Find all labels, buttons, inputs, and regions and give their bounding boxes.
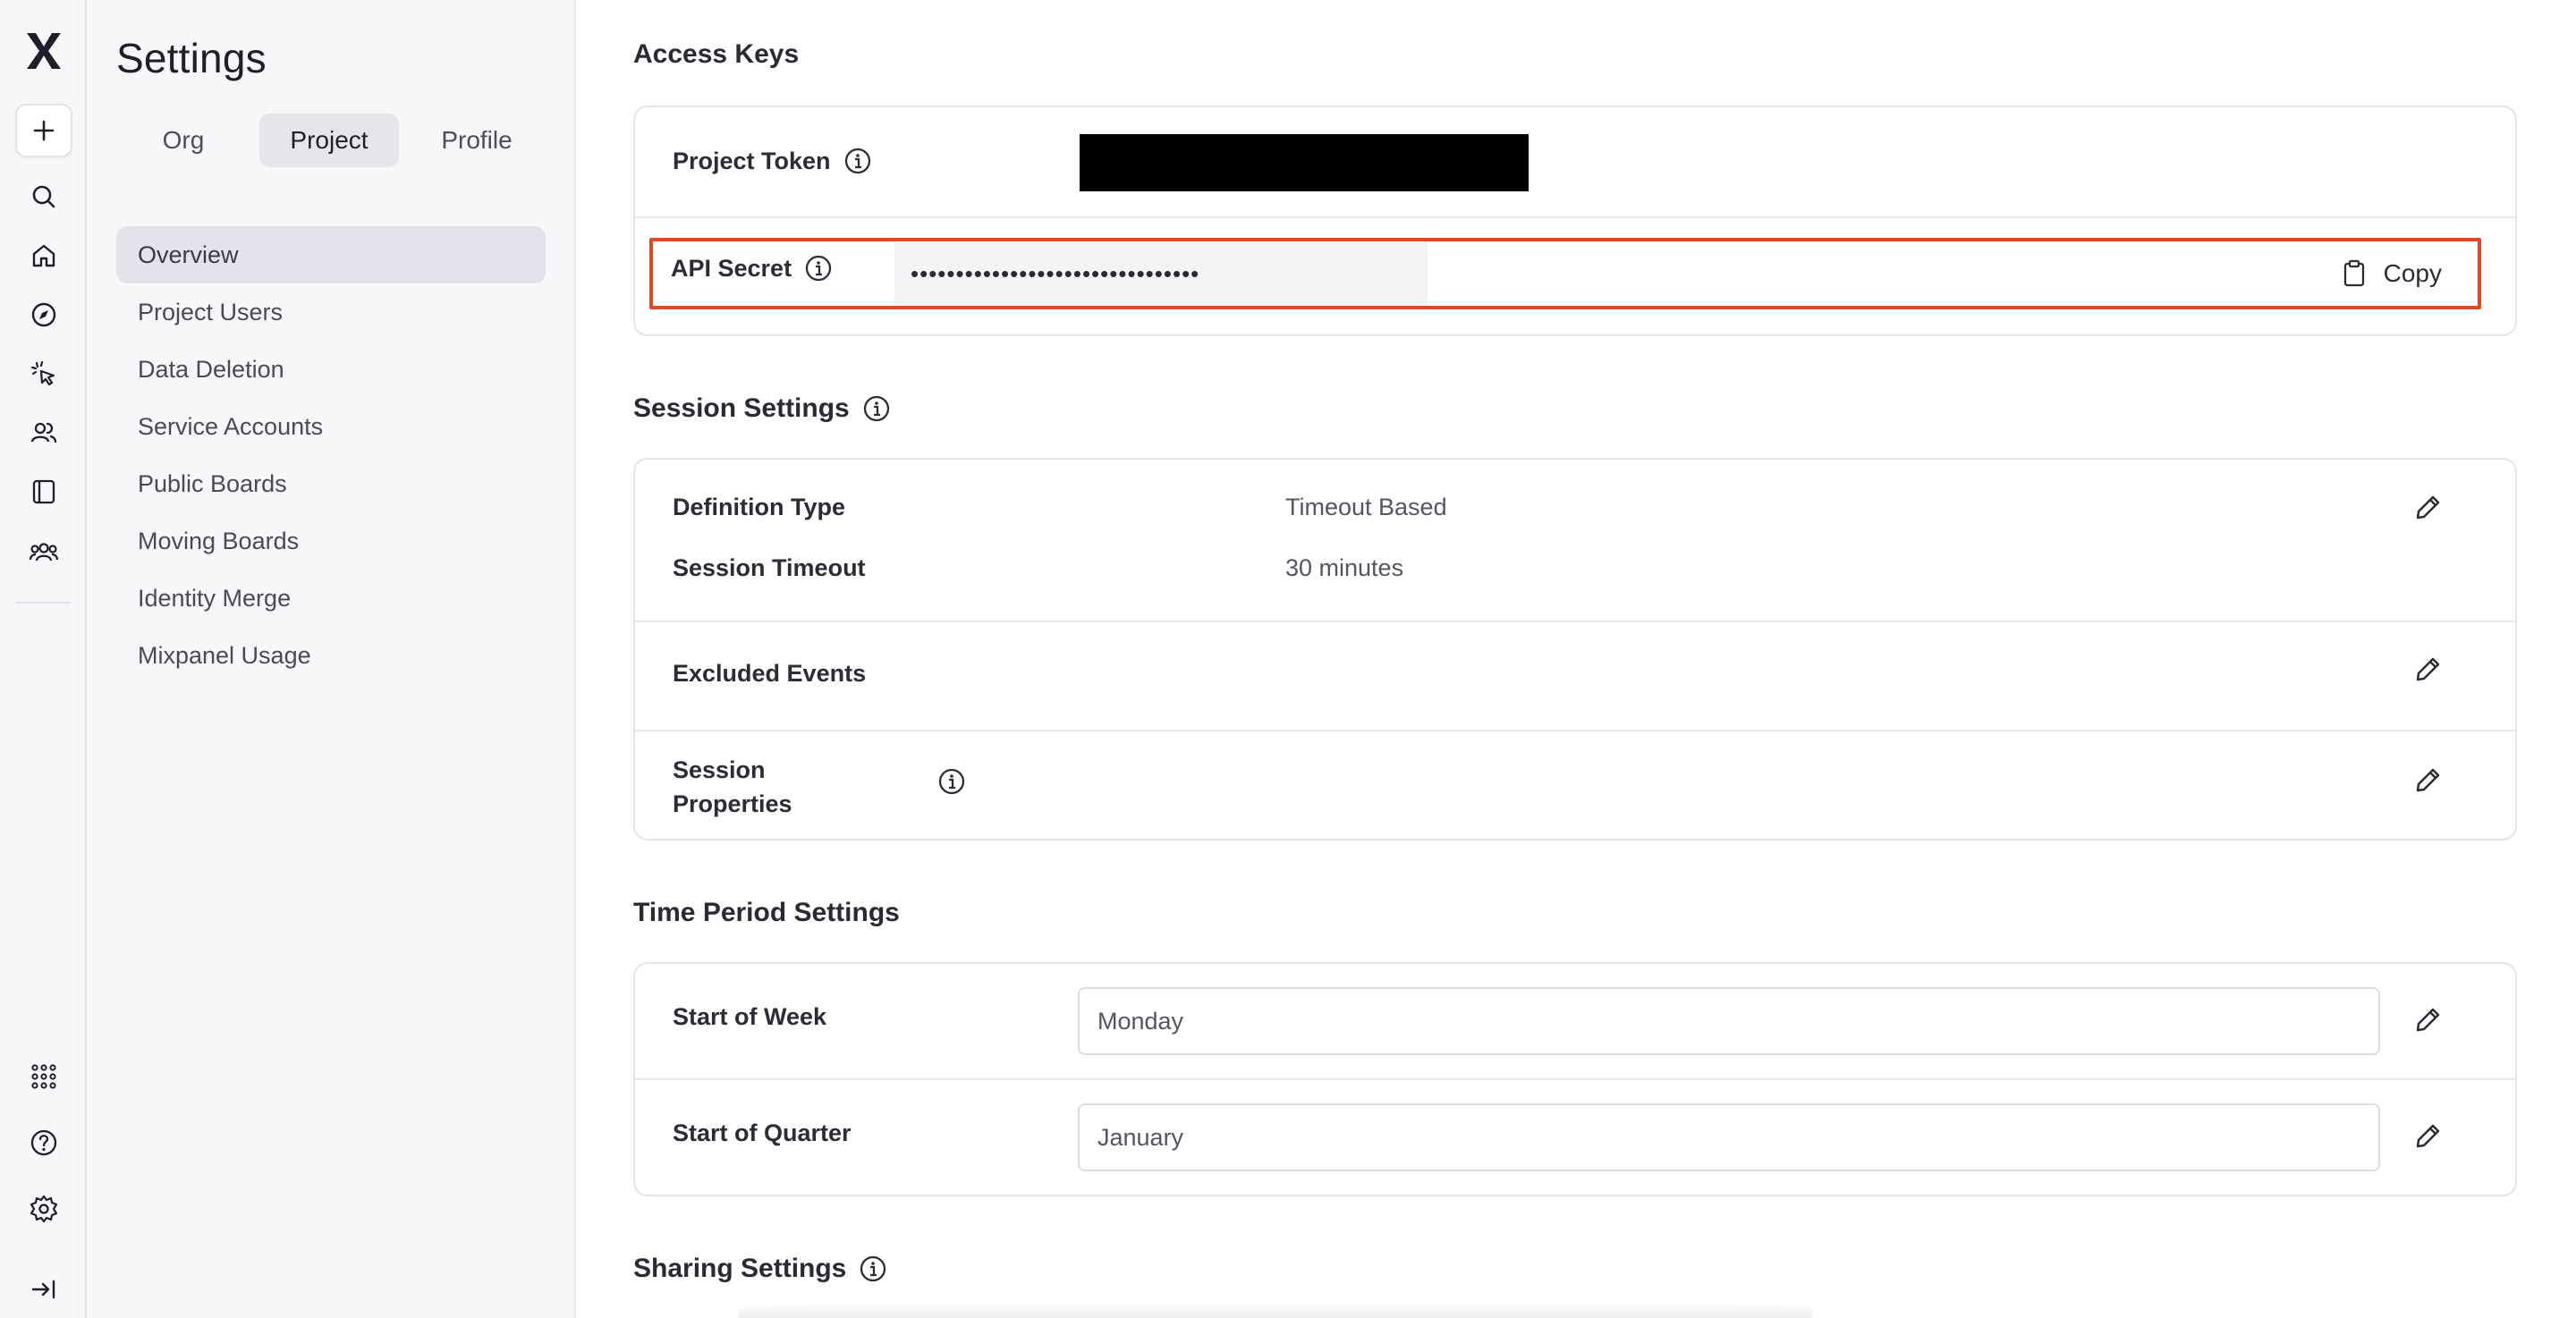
access-keys-card: Project Token API Secret •••••••••••••••… (633, 106, 2517, 336)
tab-profile[interactable]: Profile (408, 114, 546, 167)
create-new-button[interactable] (15, 104, 72, 157)
sidebar-item-data-deletion[interactable]: Data Deletion (116, 341, 546, 398)
settings-title: Settings (116, 35, 267, 81)
gear-icon (30, 1195, 58, 1223)
scroll-shadow (739, 1300, 1812, 1318)
icon-rail (0, 0, 87, 1318)
edit-excluded-events-button[interactable] (2411, 653, 2445, 687)
sidebar-item-overview[interactable]: Overview (116, 226, 546, 283)
access-keys-title: Access Keys (633, 39, 800, 69)
info-icon[interactable] (937, 767, 966, 796)
api-secret-label: API Secret (671, 254, 833, 283)
sidebar-item-mixpanel-usage[interactable]: Mixpanel Usage (116, 627, 546, 684)
row-divider (635, 216, 2515, 218)
edit-session-properties-button[interactable] (2411, 764, 2445, 798)
users-icon (30, 422, 57, 444)
cohorts-button[interactable] (15, 526, 72, 579)
settings-sidebar: Settings Org Project Profile Overview Pr… (87, 0, 576, 1318)
session-timeout-value: 30 minutes (1285, 554, 1404, 581)
session-timeout-label: Session Timeout (673, 554, 866, 581)
users-button[interactable] (15, 406, 72, 460)
edit-start-of-week-button[interactable] (2411, 1003, 2445, 1037)
time-period-settings-card: Start of Week Monday Start of Quarter Ja… (633, 962, 2517, 1196)
book-icon (32, 479, 55, 504)
pencil-icon (2416, 1008, 2440, 1032)
access-keys-heading: Access Keys (633, 39, 799, 70)
main-content: Access Keys Project Token API Secret •••… (578, 0, 2576, 1318)
team-icon (29, 543, 59, 562)
api-secret-row-highlight: API Secret •••••••••••••••••••••••••••••… (649, 238, 2481, 309)
sharing-settings-heading: Sharing Settings (633, 1254, 887, 1284)
sidebar-item-project-users[interactable]: Project Users (116, 283, 546, 341)
info-icon[interactable] (804, 254, 833, 283)
row-divider (635, 621, 2515, 622)
session-replay-button[interactable] (15, 347, 72, 401)
sidebar-item-identity-merge[interactable]: Identity Merge (116, 570, 546, 627)
expand-sidebar-icon (31, 1280, 55, 1299)
copy-button[interactable]: Copy (2339, 254, 2442, 293)
row-divider (635, 1078, 2515, 1080)
search-button[interactable] (15, 170, 72, 224)
home-button[interactable] (15, 229, 72, 283)
pencil-icon (2416, 1124, 2440, 1148)
pencil-icon (2416, 768, 2440, 792)
expand-sidebar-button[interactable] (15, 1263, 72, 1316)
edit-session-definition-button[interactable] (2411, 491, 2445, 525)
project-token-redacted (1080, 134, 1529, 191)
search-icon (32, 185, 55, 208)
info-icon[interactable] (859, 1255, 887, 1283)
rail-divider (15, 602, 71, 604)
plus-icon (33, 120, 55, 141)
info-icon[interactable] (843, 147, 872, 175)
clipboard-icon (2343, 259, 2364, 287)
settings-button[interactable] (15, 1182, 72, 1236)
info-icon[interactable] (862, 394, 891, 423)
sharing-settings-title: Sharing Settings (633, 1254, 847, 1283)
session-settings-heading: Session Settings (633, 393, 891, 424)
start-of-quarter-select[interactable]: January (1078, 1103, 2380, 1171)
copy-label: Copy (2383, 259, 2442, 287)
pencil-icon (2416, 657, 2440, 681)
start-of-week-select[interactable]: Monday (1078, 987, 2380, 1055)
project-token-label-text: Project Token (673, 147, 831, 174)
app-window: Settings Org Project Profile Overview Pr… (0, 0, 2576, 1318)
sidebar-item-public-boards[interactable]: Public Boards (116, 455, 546, 512)
excluded-events-label: Excluded Events (673, 660, 867, 687)
api-secret-field[interactable]: •••••••••••••••••••••••••••••••• (894, 241, 1428, 306)
apps-button[interactable] (15, 1050, 72, 1103)
time-period-settings-heading: Time Period Settings (633, 898, 900, 928)
session-properties-label-line2: Properties (673, 790, 792, 817)
lexicon-button[interactable] (15, 465, 72, 519)
compass-icon (31, 302, 56, 327)
project-token-label: Project Token (673, 147, 872, 175)
discover-button[interactable] (15, 288, 72, 342)
sidebar-item-service-accounts[interactable]: Service Accounts (116, 398, 546, 455)
tab-org[interactable]: Org (116, 114, 250, 167)
definition-type-label: Definition Type (673, 494, 845, 520)
mixpanel-logo-icon[interactable] (23, 30, 64, 72)
help-button[interactable] (15, 1116, 72, 1170)
cursor-click-icon (30, 360, 55, 386)
session-settings-title: Session Settings (633, 393, 850, 423)
time-period-settings-title: Time Period Settings (633, 898, 900, 927)
session-properties-label: Session Properties (673, 753, 792, 821)
sidebar-item-moving-boards[interactable]: Moving Boards (116, 512, 546, 570)
start-of-week-label: Start of Week (673, 1003, 827, 1030)
edit-start-of-quarter-button[interactable] (2411, 1119, 2445, 1153)
row-divider (635, 730, 2515, 731)
session-settings-card: Definition Type Timeout Based Session Ti… (633, 458, 2517, 841)
start-of-quarter-label: Start of Quarter (673, 1119, 852, 1146)
session-properties-label-line1: Session (673, 756, 766, 783)
home-icon (32, 244, 55, 267)
help-icon (30, 1129, 57, 1156)
tab-project[interactable]: Project (259, 114, 399, 167)
definition-type-value: Timeout Based (1285, 494, 1447, 520)
pencil-icon (2416, 495, 2440, 520)
api-secret-label-text: API Secret (671, 254, 792, 282)
apps-grid-icon (31, 1064, 56, 1089)
